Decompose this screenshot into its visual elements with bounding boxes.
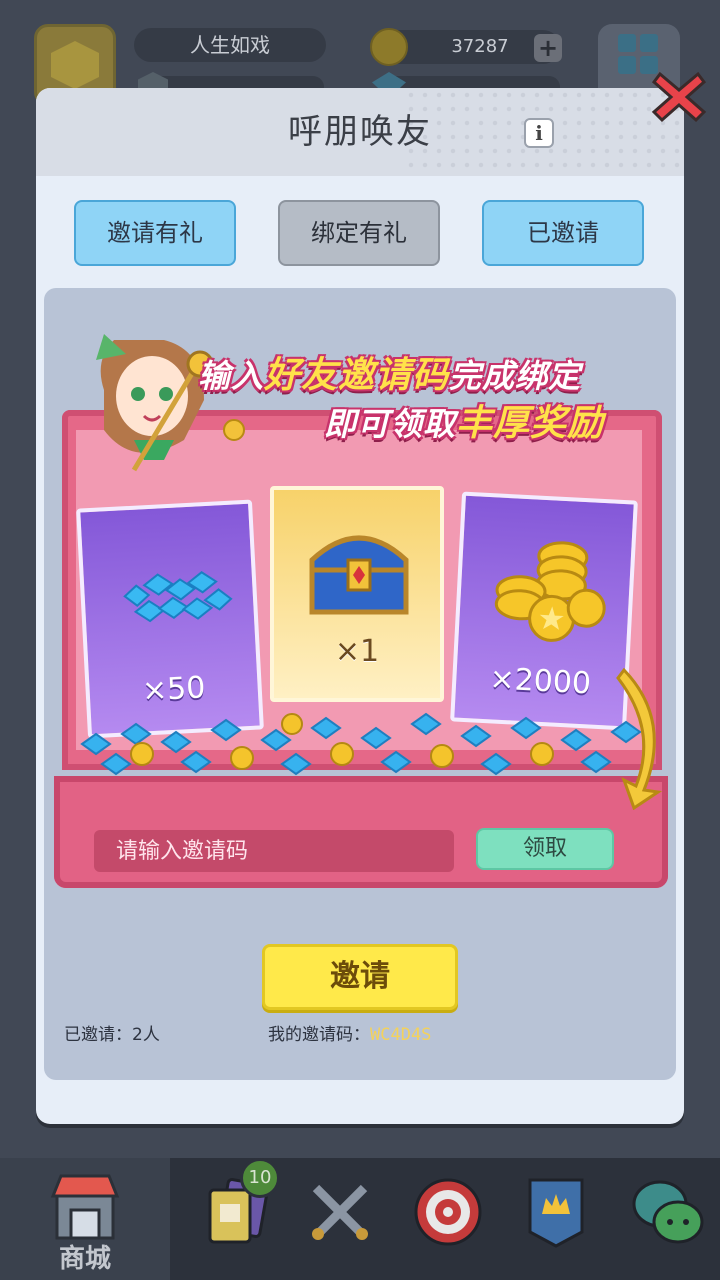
claim-button[interactable]: 领取 — [476, 828, 614, 870]
add-coins-button: + — [534, 34, 562, 62]
notification-badge: 10 — [240, 1158, 280, 1198]
nav-item-guild[interactable] — [500, 1158, 612, 1280]
chat-icon — [632, 1180, 704, 1244]
my-code-label: 我的邀请码： — [268, 1025, 370, 1045]
reward-qty: ×1 — [334, 634, 380, 669]
nav-item-target[interactable] — [392, 1158, 504, 1280]
bottom-nav: 商城 — [0, 1158, 720, 1280]
info-icon[interactable]: i — [524, 118, 554, 148]
player-name: 人生如戏 — [134, 28, 326, 62]
banner-subline: 即可领取丰厚奖励 — [324, 394, 604, 446]
invited-count: 已邀请：2人 — [64, 1025, 160, 1045]
invite-code-input[interactable] — [94, 830, 454, 872]
banner-headline: 输入好友邀请码完成绑定 — [198, 346, 581, 398]
guild-banner-icon — [528, 1178, 584, 1248]
arrow-decoration-icon — [616, 667, 663, 810]
tab-invited[interactable]: 已邀请 — [482, 200, 644, 266]
nav-item-shop[interactable]: 商城 — [0, 1158, 170, 1280]
treasure-pile-icon — [80, 712, 642, 776]
crossed-swords-icon — [312, 1184, 368, 1240]
dialog-title: 呼朋唤友 — [288, 112, 432, 152]
banner-text: 输入 — [198, 357, 265, 395]
banner-highlight: 丰厚奖励 — [456, 403, 605, 444]
banner-text: 即可领取 — [324, 405, 457, 443]
nav-item-battle[interactable] — [284, 1158, 396, 1280]
gem-pile-icon — [123, 571, 233, 623]
reward-card-chest: ×1 — [270, 486, 444, 702]
tab-bind-rewards[interactable]: 绑定有礼 — [278, 200, 440, 266]
tab-invite-rewards[interactable]: 邀请有礼 — [74, 200, 236, 266]
invite-reward-banner: ×50 ×1 ×2000 输入好友邀请码完成绑定 即可领取丰厚奖励 — [54, 330, 668, 890]
my-invite-code: 我的邀请码：WC4D4S — [268, 1020, 431, 1045]
nav-item-chat[interactable] — [612, 1158, 720, 1280]
nav-label-shop: 商城 — [58, 1244, 111, 1274]
coin-stack-icon — [494, 541, 606, 642]
target-icon — [414, 1178, 482, 1246]
invite-button[interactable]: 邀请 — [262, 944, 458, 1010]
shop-icon — [50, 1174, 120, 1240]
treasure-chest-icon — [309, 535, 409, 615]
close-icon[interactable] — [650, 68, 708, 126]
banner-highlight: 好友邀请码 — [264, 355, 450, 396]
my-code-value[interactable]: WC4D4S — [370, 1025, 431, 1045]
coin-icon — [370, 28, 408, 66]
banner-text: 完成绑定 — [449, 357, 582, 395]
